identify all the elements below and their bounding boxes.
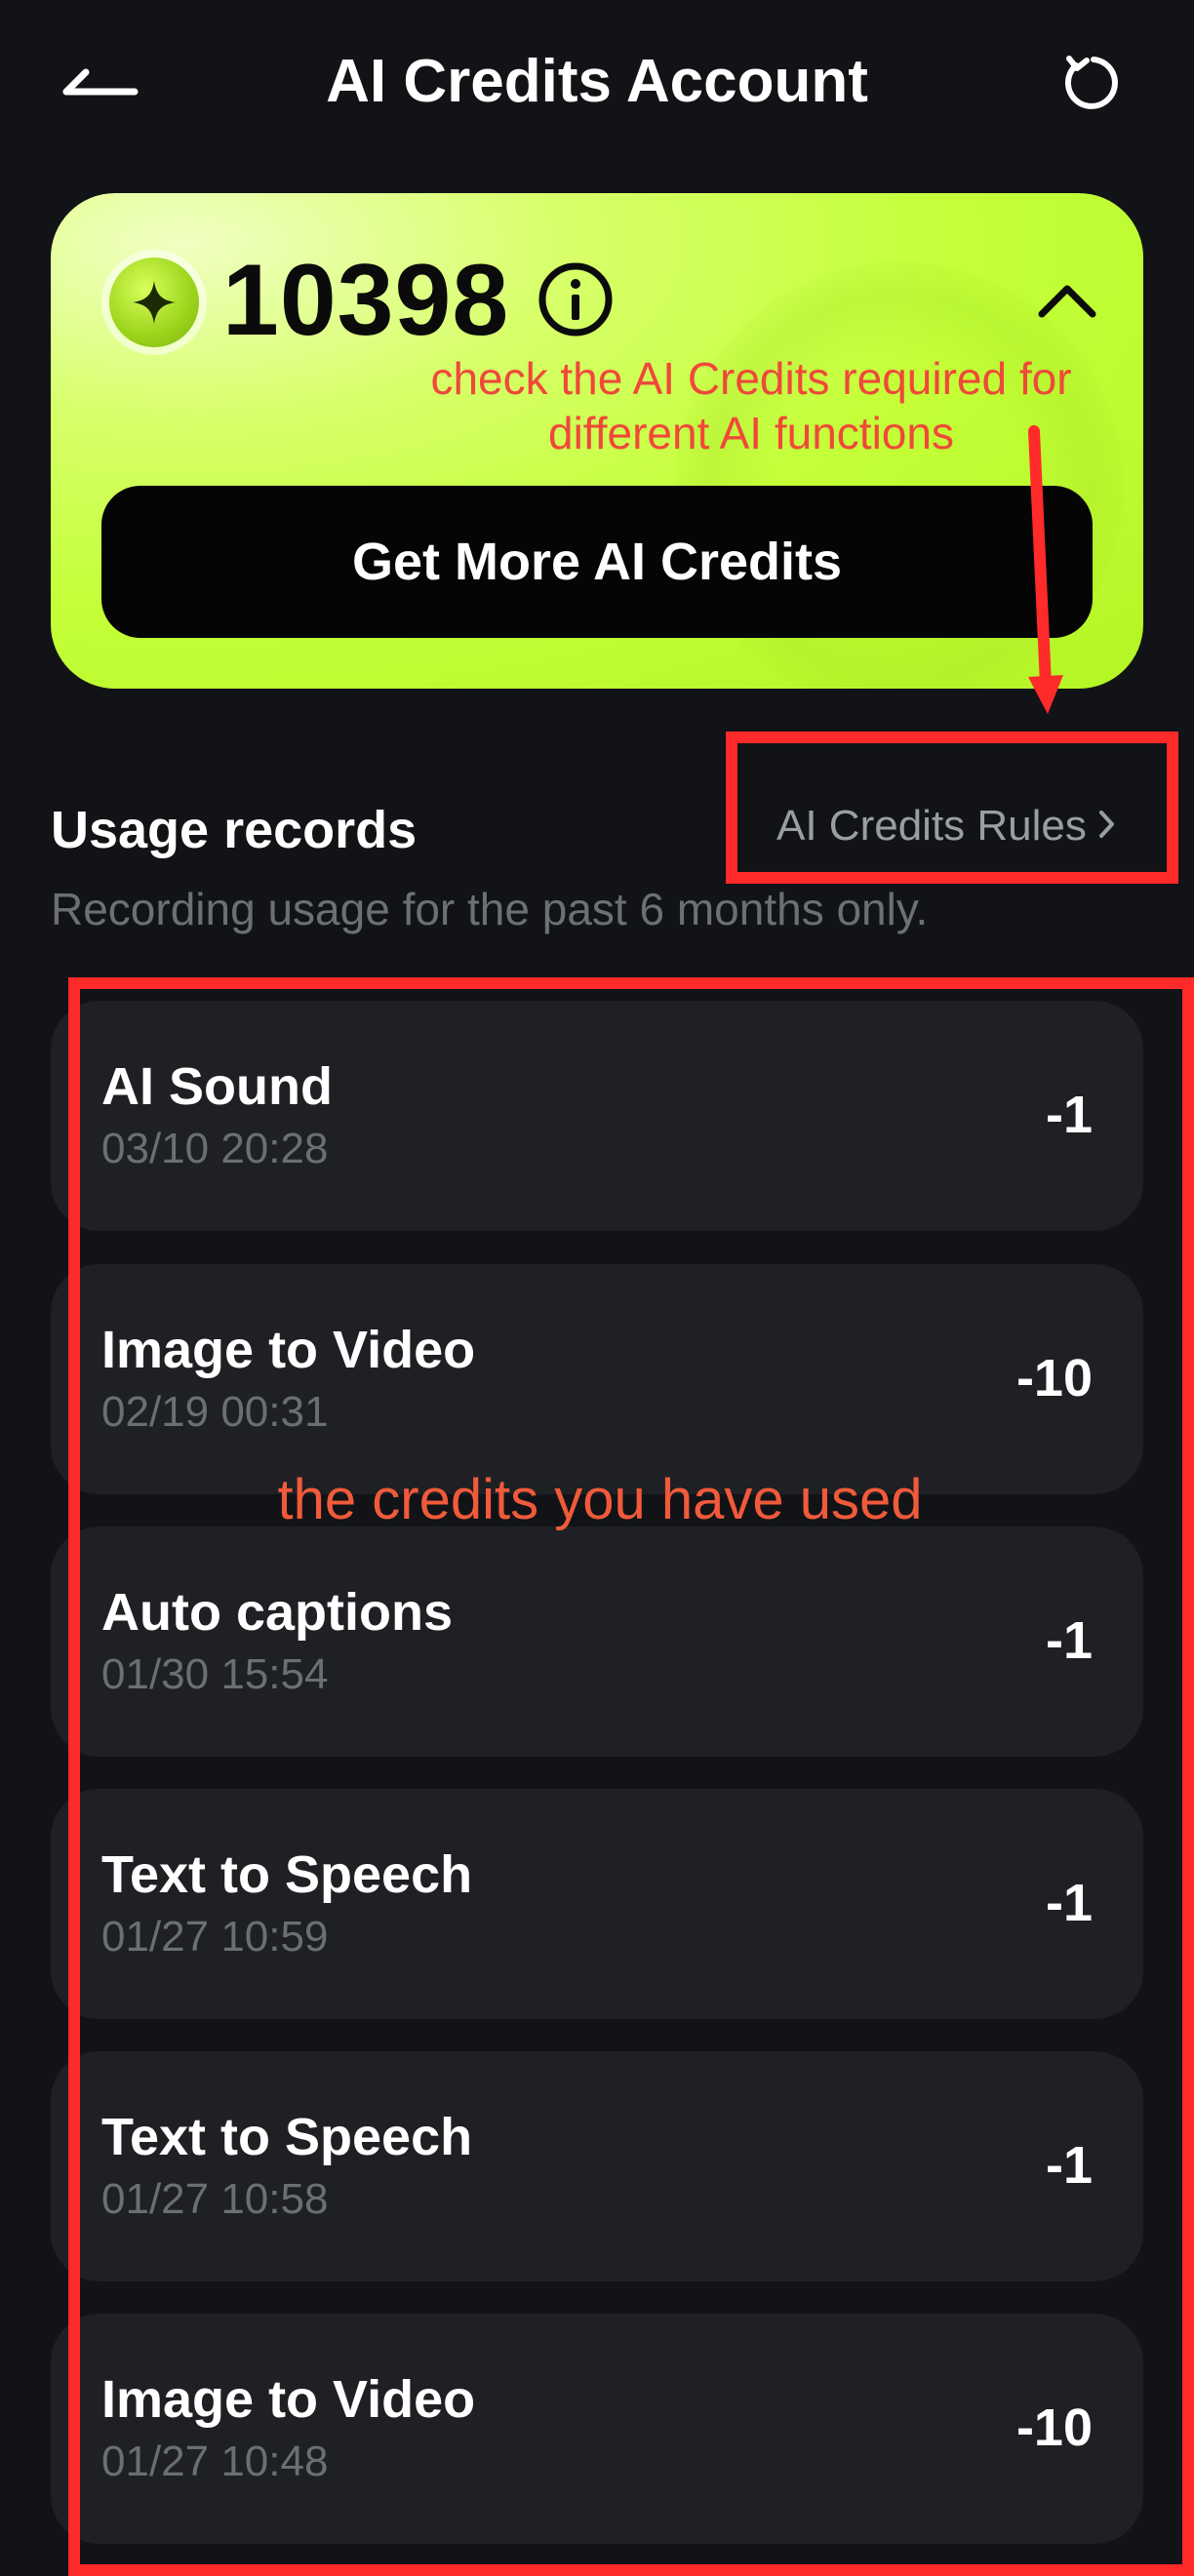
rules-highlight-box: [726, 732, 1178, 884]
usage-records-subtitle: Recording usage for the past 6 months on…: [51, 884, 929, 934]
page-title: AI Credits Account: [326, 48, 868, 115]
top-bar: AI Credits Account: [0, 0, 1194, 166]
info-icon[interactable]: [536, 259, 616, 339]
usage-records-title: Usage records: [51, 801, 418, 859]
credit-balance: 10398: [222, 244, 510, 357]
refresh-button[interactable]: [1059, 49, 1128, 117]
rules-annotation-line1: check the AI Credits required for: [430, 353, 1072, 404]
sparkle-coin-icon: [109, 258, 199, 347]
chevron-up-icon: [1038, 285, 1096, 318]
refresh-icon: [1064, 56, 1118, 109]
annotation-arrow: [1028, 425, 1063, 714]
get-more-credits-button[interactable]: Get More AI Credits: [101, 486, 1093, 638]
collapse-button[interactable]: [1026, 271, 1108, 330]
records-highlight-box: [68, 977, 1194, 2576]
